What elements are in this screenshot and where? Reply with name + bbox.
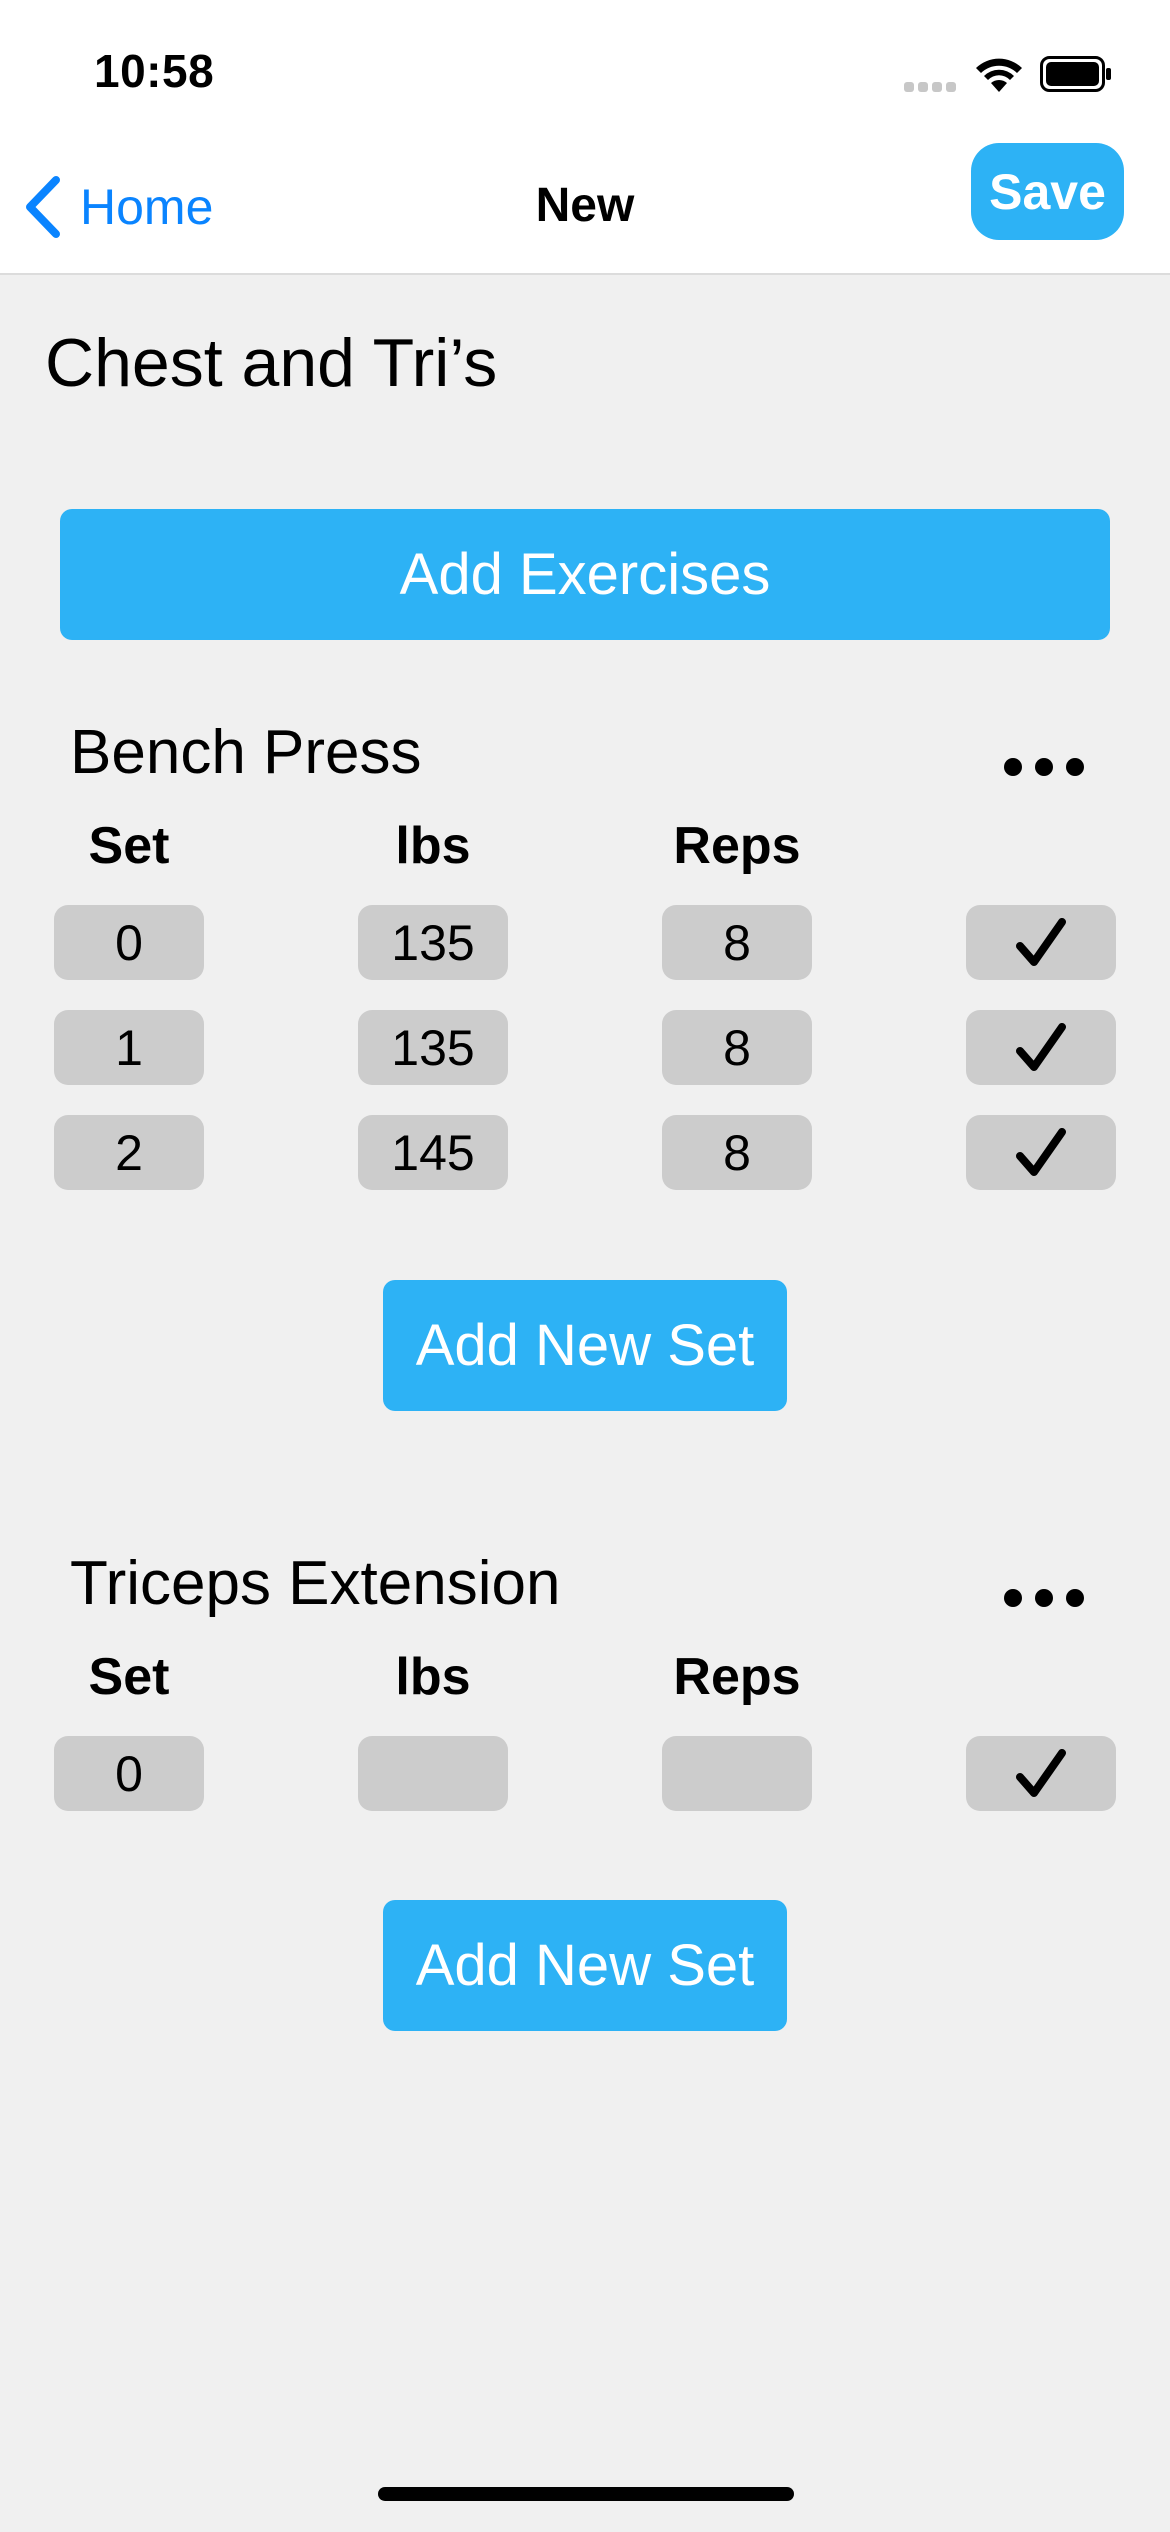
status-time: 10:58 xyxy=(94,45,215,97)
more-options-button[interactable] xyxy=(1004,1581,1084,1615)
exercise-name: Bench Press xyxy=(70,718,422,787)
set-number-field[interactable]: 0 xyxy=(54,905,204,980)
ellipsis-icon xyxy=(1004,758,1022,776)
reps-field[interactable] xyxy=(662,1736,812,1811)
reps-field[interactable]: 8 xyxy=(662,1010,812,1085)
cellular-signal-icon xyxy=(904,82,958,92)
battery-icon xyxy=(1040,56,1111,92)
column-header-lbs: lbs xyxy=(395,1648,471,1706)
ellipsis-icon xyxy=(1004,1589,1022,1607)
reps-field[interactable]: 8 xyxy=(662,905,812,980)
column-header-set: Set xyxy=(88,1648,170,1706)
column-header-reps: Reps xyxy=(673,1648,801,1706)
checkmark-icon xyxy=(1016,917,1066,966)
complete-set-button[interactable] xyxy=(966,1010,1116,1085)
complete-set-button[interactable] xyxy=(966,1115,1116,1190)
home-indicator[interactable] xyxy=(378,2487,794,2501)
status-bar: 10:58 xyxy=(0,0,1170,130)
column-header-set: Set xyxy=(88,817,170,875)
column-header-reps: Reps xyxy=(673,817,801,875)
complete-set-button[interactable] xyxy=(966,1736,1116,1811)
complete-set-button[interactable] xyxy=(966,905,1116,980)
weight-field[interactable] xyxy=(358,1736,508,1811)
set-number-field[interactable]: 2 xyxy=(54,1115,204,1190)
navigation-bar: Home New Save xyxy=(0,130,1170,275)
wifi-icon xyxy=(976,58,1022,92)
add-exercises-button[interactable]: Add Exercises xyxy=(60,509,1110,640)
checkmark-icon xyxy=(1016,1022,1066,1071)
set-number-field[interactable]: 1 xyxy=(54,1010,204,1085)
more-options-button[interactable] xyxy=(1004,750,1084,784)
exercise-name: Triceps Extension xyxy=(70,1549,561,1618)
column-header-lbs: lbs xyxy=(395,817,471,875)
checkmark-icon xyxy=(1016,1748,1066,1797)
checkmark-icon xyxy=(1016,1127,1066,1176)
save-button[interactable]: Save xyxy=(971,143,1124,240)
weight-field[interactable]: 135 xyxy=(358,905,508,980)
reps-field[interactable]: 8 xyxy=(662,1115,812,1190)
weight-field[interactable]: 135 xyxy=(358,1010,508,1085)
add-new-set-button[interactable]: Add New Set xyxy=(383,1280,787,1411)
set-number-field[interactable]: 0 xyxy=(54,1736,204,1811)
workout-title[interactable]: Chest and Tri’s xyxy=(45,323,497,403)
add-new-set-button[interactable]: Add New Set xyxy=(383,1900,787,2031)
weight-field[interactable]: 145 xyxy=(358,1115,508,1190)
